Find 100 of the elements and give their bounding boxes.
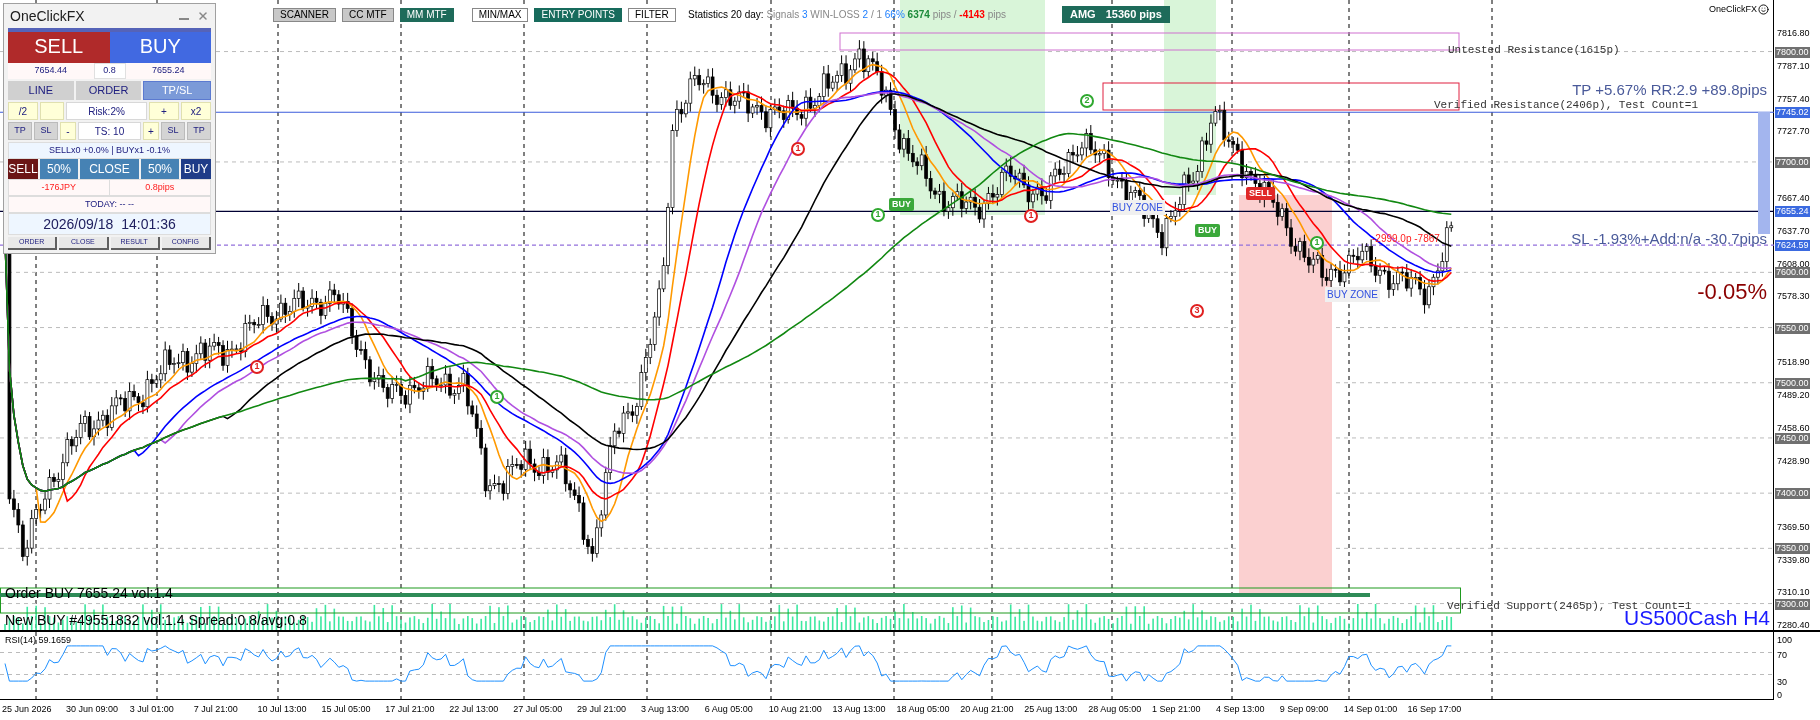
spread-value: 0.8pips xyxy=(144,181,176,194)
price-marker: 7655.24 xyxy=(1775,206,1810,218)
rsi-tick: 30 xyxy=(1777,677,1787,688)
time-tick: 14 Sep 01:00 xyxy=(1343,703,1399,717)
toolbar-button[interactable]: MM MTF xyxy=(399,8,454,22)
price-level-label: 7300.00 xyxy=(1775,598,1810,610)
price-level-label: 7800.00 xyxy=(1775,46,1810,58)
signal-marker: 1 xyxy=(871,208,885,222)
level-button[interactable]: TP xyxy=(8,122,32,140)
price-tick: 7518.90 xyxy=(1777,356,1810,368)
price-tick: 7458.60 xyxy=(1777,423,1810,435)
toolbar-button[interactable]: ENTRY POINTS xyxy=(534,8,622,22)
adjust-button[interactable]: + xyxy=(143,122,159,140)
brand-label: OneClickFX xyxy=(1709,3,1757,16)
time-tick: 6 Aug 05:00 xyxy=(704,703,754,717)
zone-label: BUY ZONE xyxy=(1110,200,1165,215)
adjust-button[interactable]: - xyxy=(60,122,76,140)
price-tick: 7310.10 xyxy=(1777,587,1810,599)
sl-text: SL -1.93%+Add:n/a -30.7pips xyxy=(1571,229,1767,249)
rsi-tick: 0 xyxy=(1777,690,1782,701)
time-tick: 27 Jul 05:00 xyxy=(513,703,564,717)
time-tick: 20 Aug 21:00 xyxy=(960,703,1015,717)
price-tick: 7369.50 xyxy=(1777,521,1810,533)
positions-summary: SELLx0 +0.0% | BUYx1 -0.1% xyxy=(8,142,211,159)
mode-tab[interactable]: LINE xyxy=(8,81,74,100)
close-row-button[interactable]: BUY xyxy=(181,159,211,179)
time-tick: 1 Sep 21:00 xyxy=(1152,703,1202,717)
price-tick: 7280.40 xyxy=(1777,620,1810,632)
adjust-button[interactable]: x2 xyxy=(181,102,211,120)
trade-label: BUY xyxy=(889,198,914,211)
price-tick: 7489.20 xyxy=(1777,389,1810,401)
rsi-label: RSI(14) 59.1659 xyxy=(5,634,72,647)
price-tick: 7787.10 xyxy=(1777,60,1810,72)
close-row-button[interactable]: 50% xyxy=(40,159,78,179)
today-summary: TODAY: -- -- xyxy=(8,196,211,213)
level-button[interactable]: SL xyxy=(161,122,185,140)
empty-button[interactable] xyxy=(40,102,64,120)
price-tick: 7667.40 xyxy=(1777,192,1810,204)
price-tick: 7637.70 xyxy=(1777,225,1810,237)
zone-label: Verified Resistance(2406p), Test Count=1 xyxy=(1434,98,1699,113)
toolbar-button[interactable]: FILTER xyxy=(628,8,676,22)
buy-price: 7655.24 xyxy=(150,64,186,78)
signal-marker: 1 xyxy=(490,390,504,404)
price-tick: 7428.90 xyxy=(1777,456,1810,468)
time-tick: 28 Aug 05:00 xyxy=(1088,703,1143,717)
level-button[interactable]: SL xyxy=(34,122,58,140)
price-tick: 7578.30 xyxy=(1777,291,1810,303)
price-level-label: 7550.00 xyxy=(1775,322,1810,334)
price-level-label: 7700.00 xyxy=(1775,156,1810,168)
lot-size-field[interactable]: 0.8 xyxy=(93,63,126,79)
price-tick: 7608.00 xyxy=(1777,258,1810,269)
signal-marker: 1 xyxy=(1024,209,1038,223)
tp-text: TP +5.67% RR:2.9 +89.8pips xyxy=(1572,80,1767,100)
time-tick: 25 Jun 2026 xyxy=(2,703,53,717)
time-tick: 10 Jul 13:00 xyxy=(257,703,308,717)
close-row-button[interactable]: CLOSE xyxy=(80,159,139,179)
price-level-label: 7350.00 xyxy=(1775,543,1810,555)
time-tick: 30 Jun 09:00 xyxy=(65,703,119,717)
adjust-button[interactable]: /2 xyxy=(8,102,38,120)
sell-button[interactable]: SELL xyxy=(8,32,110,63)
price-tick: 7339.80 xyxy=(1777,554,1810,566)
value-field[interactable]: TS: 10 xyxy=(78,122,141,140)
level-button[interactable]: TP xyxy=(187,122,211,140)
time-tick: 29 Jul 21:00 xyxy=(577,703,628,717)
price-level-label: 7450.00 xyxy=(1775,432,1810,444)
price-tick: 7727.70 xyxy=(1777,126,1810,138)
close-row-button[interactable]: SELL xyxy=(8,159,38,179)
buy-button[interactable]: BUY xyxy=(109,32,211,63)
toolbar-button[interactable]: MIN/MAX xyxy=(471,8,529,22)
price-level-label: 7400.00 xyxy=(1775,488,1810,500)
value-field[interactable]: Risk:2% xyxy=(66,102,147,120)
time-tick: 4 Sep 13:00 xyxy=(1215,703,1266,717)
time-tick: 7 Jul 21:00 xyxy=(193,703,239,717)
trade-label: SELL xyxy=(1246,187,1275,200)
signal-marker: 1 xyxy=(250,360,264,374)
time-text: 14:01:36 xyxy=(121,214,176,234)
close-icon[interactable] xyxy=(197,10,209,22)
signal-marker: 2 xyxy=(1080,94,1094,108)
smiley-icon xyxy=(1758,4,1769,16)
date-text: 2026/09/18 xyxy=(43,214,114,234)
time-tick: 17 Jul 21:00 xyxy=(385,703,436,717)
adjust-button[interactable]: + xyxy=(149,102,179,120)
signal-marker: 3 xyxy=(1190,304,1204,318)
time-tick: 10 Aug 21:00 xyxy=(768,703,823,717)
time-tick: 3 Jul 01:00 xyxy=(129,703,175,717)
price-level-label: 7500.00 xyxy=(1775,377,1810,389)
time-tick: 13 Aug 13:00 xyxy=(832,703,887,717)
statistics-text: Statistics 20 day: Signals 3 WIN-LOSS 2 / 1 66% 6374 pips / -4143 pips xyxy=(688,8,1007,22)
rsi-tick: 70 xyxy=(1777,650,1787,661)
price-tick: 7816.80 xyxy=(1777,28,1810,39)
price-marker: 7745.02 xyxy=(1775,107,1810,119)
signal-marker: 1 xyxy=(791,142,805,156)
minimize-icon[interactable] xyxy=(179,18,189,20)
time-tick: 25 Aug 13:00 xyxy=(1024,703,1079,717)
mode-tab[interactable]: ORDER xyxy=(75,81,142,100)
amg-badge: AMG 15360 pips xyxy=(1062,6,1170,23)
toolbar-button[interactable]: CC MTF xyxy=(341,8,394,22)
toolbar-button[interactable]: SCANNER xyxy=(273,8,336,22)
close-row-button[interactable]: 50% xyxy=(141,159,179,179)
trade-label: BUY xyxy=(1195,224,1220,237)
